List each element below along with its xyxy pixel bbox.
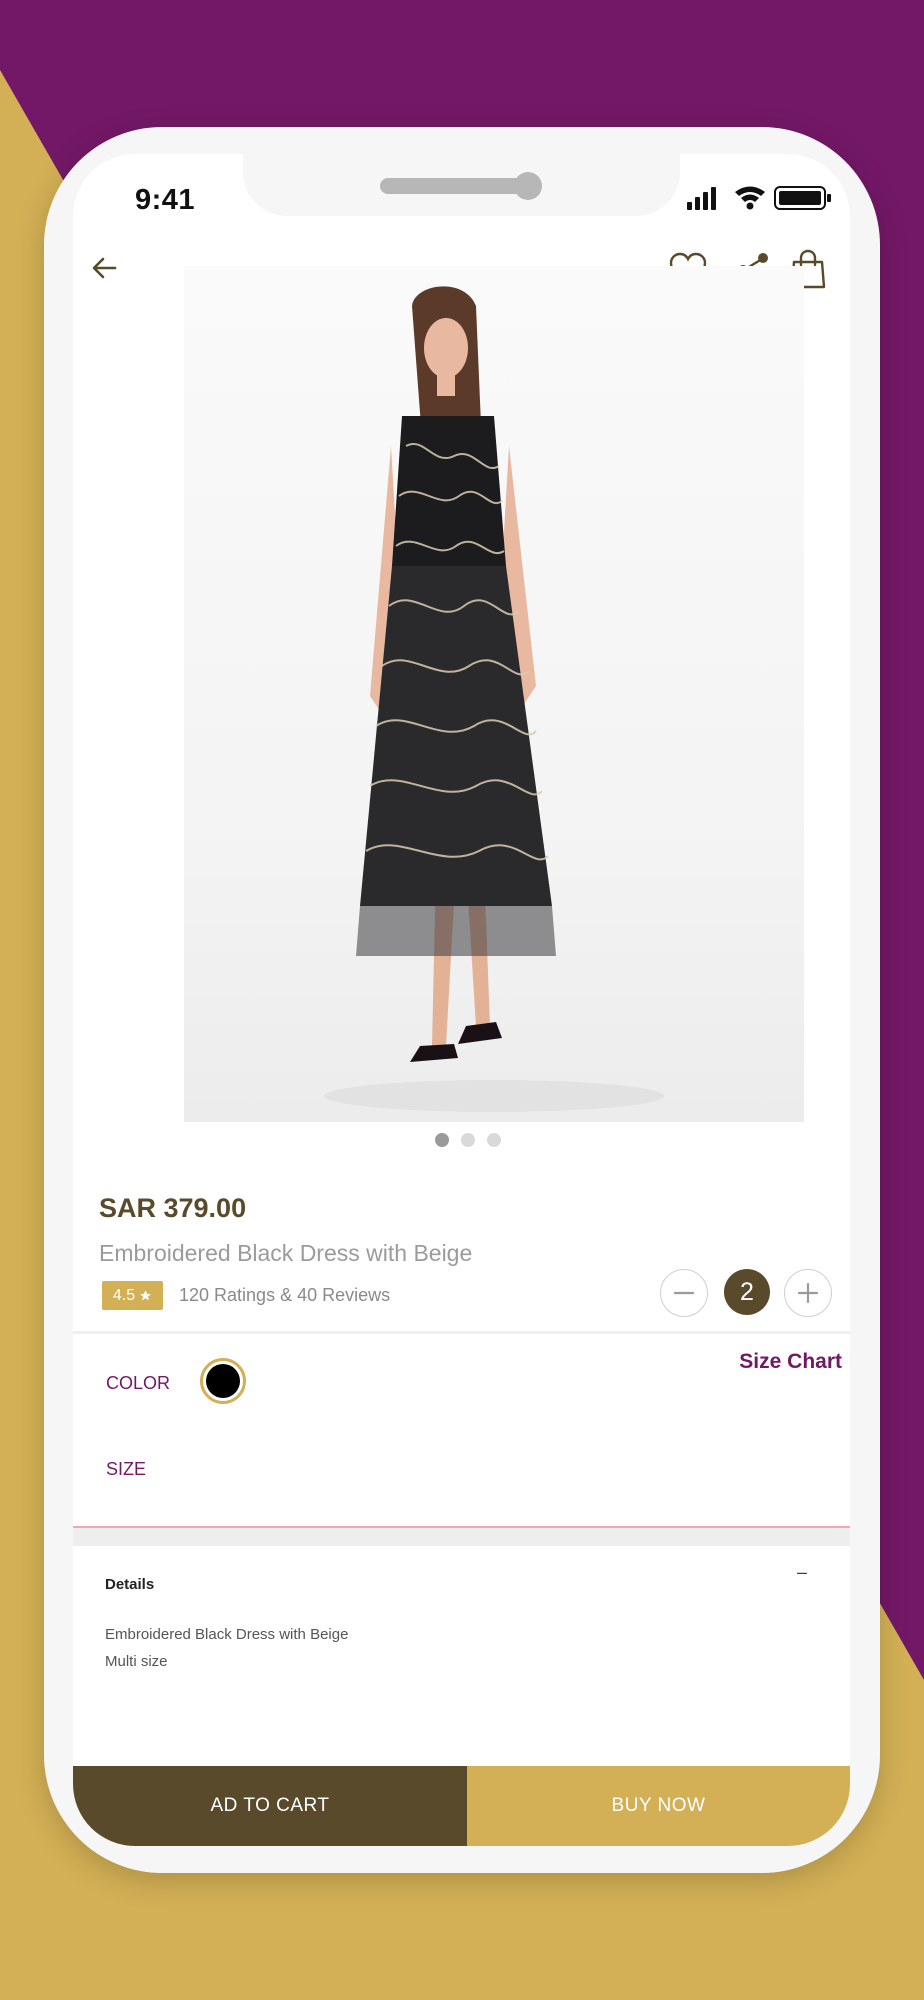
add-to-cart-button[interactable]: AD TO CART: [73, 1766, 467, 1846]
details-line: Embroidered Black Dress with Beige: [105, 1626, 349, 1643]
color-label: COLOR: [106, 1373, 171, 1393]
minus-icon: [673, 1291, 695, 1295]
pagination-dot-3[interactable]: [487, 1133, 501, 1147]
rating-badge: 4.5: [102, 1281, 163, 1310]
signal-icon: [687, 187, 716, 210]
section-divider: [73, 1331, 850, 1334]
rating-value: 4.5: [112, 1286, 136, 1304]
product-title: Embroidered Black Dress with Beige: [99, 1240, 473, 1266]
image-pagination: [435, 1133, 501, 1147]
details-line: Multi size: [105, 1653, 168, 1670]
details-collapse-toggle[interactable]: –: [797, 1562, 807, 1583]
quantity-value: 2: [724, 1269, 770, 1315]
app-screen: 9:41 SAR 379.00 Embroidered Black Dress …: [73, 154, 850, 1846]
star-icon: [140, 1290, 152, 1301]
battery-icon: [774, 186, 831, 210]
size-chart-link[interactable]: Size Chart: [739, 1350, 842, 1374]
phone-camera: [514, 172, 542, 200]
product-price: SAR 379.00: [99, 1193, 247, 1223]
size-label: SIZE: [106, 1459, 147, 1479]
color-swatch-black[interactable]: [200, 1358, 246, 1404]
pagination-dot-2[interactable]: [461, 1133, 475, 1147]
details-heading: Details: [105, 1576, 155, 1593]
section-separator-band: [73, 1528, 850, 1546]
quantity-increase-button[interactable]: [784, 1269, 832, 1317]
product-image[interactable]: [184, 266, 804, 1122]
back-icon[interactable]: [89, 252, 121, 284]
pagination-dot-1[interactable]: [435, 1133, 449, 1147]
ratings-reviews-count: 120 Ratings & 40 Reviews: [179, 1285, 391, 1305]
status-icons: [687, 186, 831, 210]
status-time: 9:41: [135, 184, 196, 216]
buy-now-button[interactable]: BUY NOW: [467, 1766, 850, 1846]
phone-speaker: [380, 178, 524, 194]
color-swatch-fill: [206, 1364, 240, 1398]
wifi-icon: [735, 186, 765, 210]
plus-icon: [797, 1282, 819, 1304]
quantity-decrease-button[interactable]: [660, 1269, 708, 1317]
